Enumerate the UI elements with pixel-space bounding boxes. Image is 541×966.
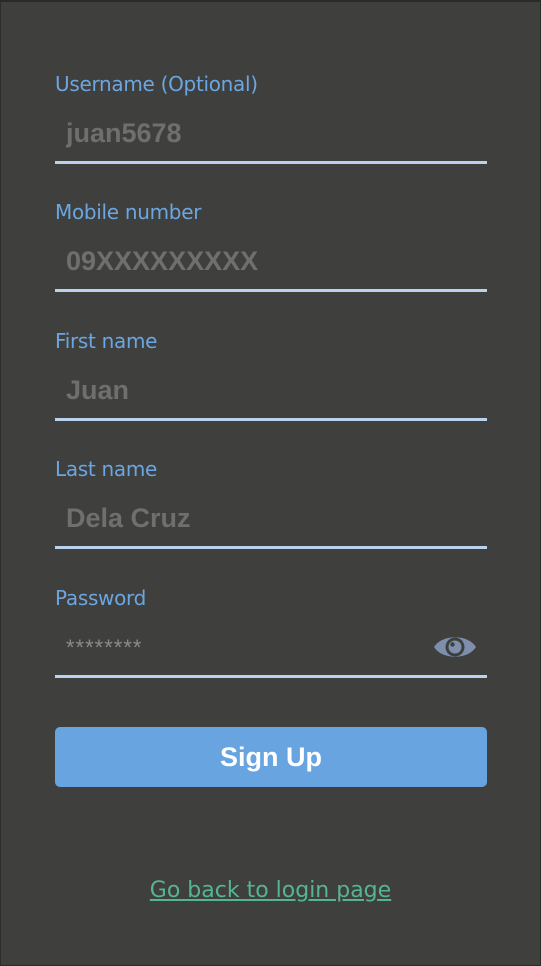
password-input[interactable] xyxy=(55,620,487,678)
last-name-input[interactable] xyxy=(55,491,487,549)
back-to-login-link[interactable]: Go back to login page xyxy=(1,878,540,903)
username-label: Username (Optional) xyxy=(55,72,258,96)
first-name-input[interactable] xyxy=(55,363,487,421)
last-name-label: Last name xyxy=(55,457,158,481)
eye-icon[interactable] xyxy=(433,630,477,664)
mobile-field-group: Mobile number xyxy=(55,200,487,304)
signup-screen: Username (Optional) Mobile number First … xyxy=(0,0,541,966)
password-label: Password xyxy=(55,586,147,610)
last-name-field-group: Last name xyxy=(55,457,487,561)
first-name-field-group: First name xyxy=(55,329,487,433)
mobile-number-input[interactable] xyxy=(55,234,487,292)
username-field-group: Username (Optional) xyxy=(55,72,487,176)
password-field-group: Password xyxy=(55,586,487,690)
mobile-label: Mobile number xyxy=(55,200,202,224)
sign-up-button[interactable]: Sign Up xyxy=(55,727,487,787)
username-input[interactable] xyxy=(55,106,487,164)
first-name-label: First name xyxy=(55,329,158,353)
